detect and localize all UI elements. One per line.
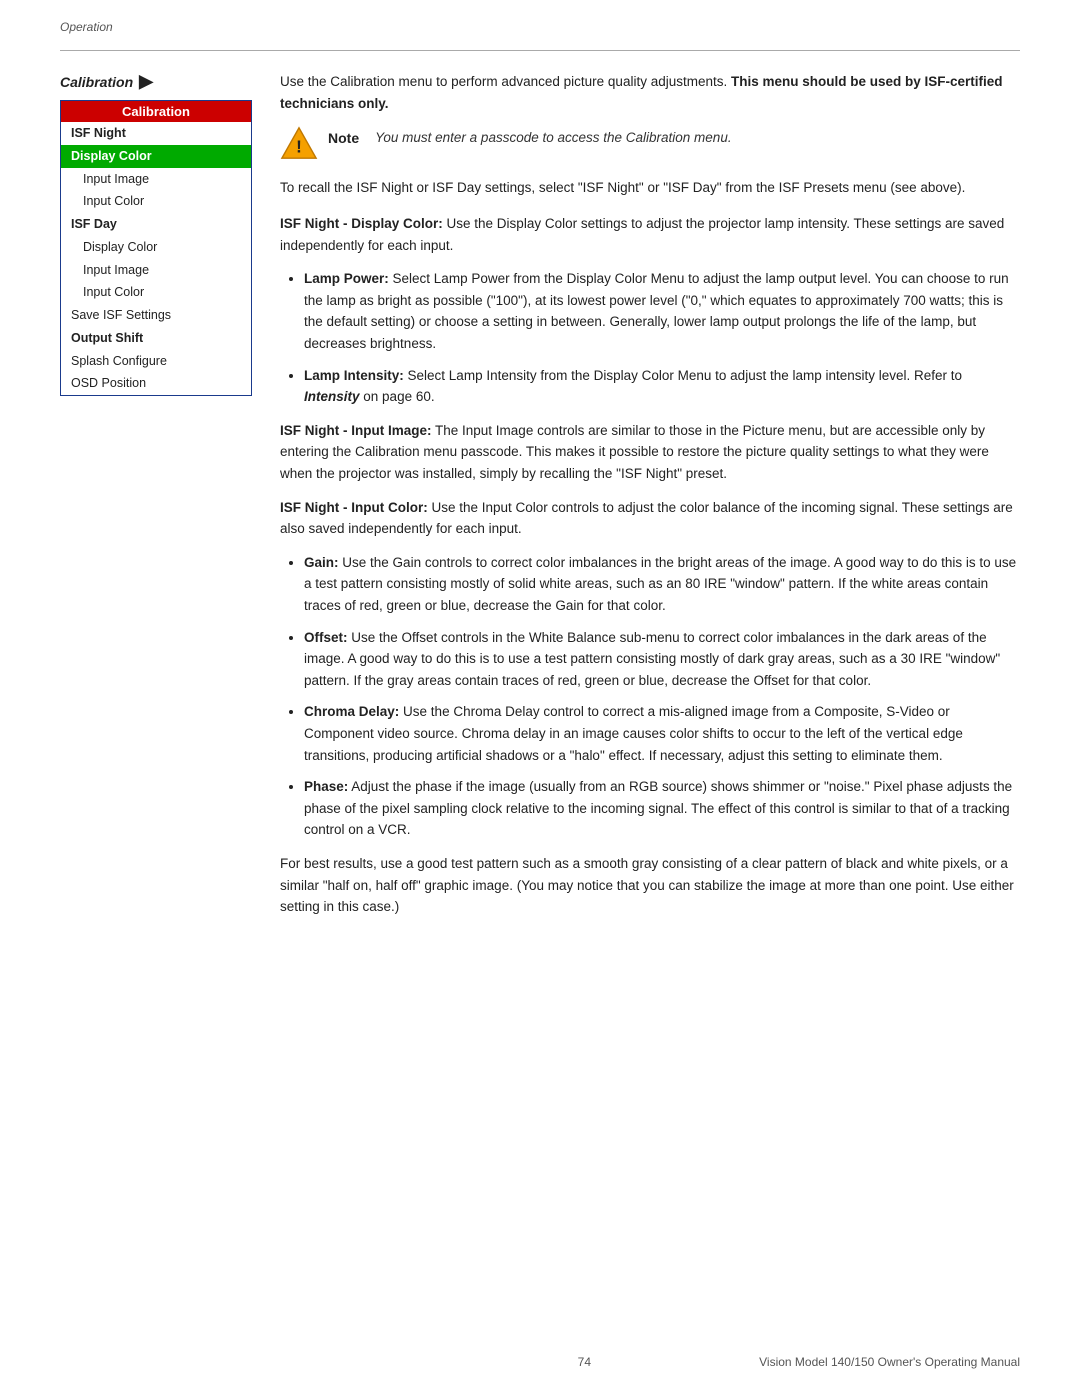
menu-item-output-shift[interactable]: Output Shift: [61, 327, 251, 350]
bullet-lamp-power: Lamp Power: Select Lamp Power from the D…: [304, 268, 1020, 354]
bullet-gain: Gain: Use the Gain controls to correct c…: [304, 552, 1020, 617]
bullet-lamp-intensity: Lamp Intensity: Select Lamp Intensity fr…: [304, 365, 1020, 408]
note-label: Note: [328, 124, 359, 146]
main-content: Calibration ▶ Calibration ISF Night Disp…: [0, 71, 1080, 930]
chroma-delay-label: Chroma Delay:: [304, 704, 399, 719]
note-text: You must enter a passcode to access the …: [375, 124, 731, 145]
calibration-menu: Calibration ISF Night Display Color Inpu…: [60, 100, 252, 396]
menu-item-isf-day[interactable]: ISF Day: [61, 213, 251, 236]
sidebar: Calibration ▶ Calibration ISF Night Disp…: [60, 71, 252, 930]
calibration-arrow-icon: ▶: [139, 71, 153, 92]
isf-night-input-image-label: ISF Night - Input Image:: [280, 423, 432, 438]
svg-text:!: !: [296, 138, 302, 157]
footer-page-number: 74: [410, 1355, 760, 1369]
menu-item-input-image-night[interactable]: Input Image: [61, 168, 251, 191]
gain-label: Gain:: [304, 555, 339, 570]
page-footer: 74 Vision Model 140/150 Owner's Operatin…: [60, 1355, 1020, 1369]
offset-label: Offset:: [304, 630, 348, 645]
isf-night-display-color-label: ISF Night - Display Color:: [280, 216, 443, 231]
isf-night-input-color-para: ISF Night - Input Color: Use the Input C…: [280, 497, 1020, 540]
right-content: Use the Calibration menu to perform adva…: [280, 71, 1020, 930]
phase-text: Adjust the phase if the image (usually f…: [304, 779, 1012, 837]
offset-text: Use the Offset controls in the White Bal…: [304, 630, 1000, 688]
lamp-power-label: Lamp Power:: [304, 271, 389, 286]
chroma-delay-text: Use the Chroma Delay control to correct …: [304, 704, 963, 762]
bullet-chroma-delay: Chroma Delay: Use the Chroma Delay contr…: [304, 701, 1020, 766]
calibration-arrow-row: Calibration ▶: [60, 71, 252, 92]
menu-item-isf-night[interactable]: ISF Night: [61, 122, 251, 145]
best-results-text: For best results, use a good test patter…: [280, 853, 1020, 918]
bullet-phase: Phase: Adjust the phase if the image (us…: [304, 776, 1020, 841]
warning-triangle-icon: !: [280, 124, 318, 162]
menu-item-osd-position[interactable]: OSD Position: [61, 372, 251, 395]
calibration-arrow-label: Calibration: [60, 74, 133, 90]
menu-item-save-isf-settings[interactable]: Save ISF Settings: [61, 304, 251, 327]
phase-label: Phase:: [304, 779, 348, 794]
gain-text: Use the Gain controls to correct color i…: [304, 555, 1016, 613]
footer-right-text: Vision Model 140/150 Owner's Operating M…: [759, 1355, 1020, 1369]
note-box: ! Note You must enter a passcode to acce…: [280, 124, 1020, 162]
section-body: ISF Night - Display Color: Use the Displ…: [280, 213, 1020, 918]
lamp-intensity-text: Select Lamp Intensity from the Display C…: [408, 368, 963, 383]
page-container: Operation Calibration ▶ Calibration ISF …: [0, 0, 1080, 1397]
isf-night-input-color-label: ISF Night - Input Color:: [280, 500, 428, 515]
input-color-bullets: Gain: Use the Gain controls to correct c…: [280, 552, 1020, 841]
display-color-bullets: Lamp Power: Select Lamp Power from the D…: [280, 268, 1020, 408]
lamp-power-text: Select Lamp Power from the Display Color…: [304, 271, 1009, 351]
lamp-intensity-label: Lamp Intensity:: [304, 368, 404, 383]
top-divider: [60, 50, 1020, 51]
menu-item-display-color-night[interactable]: Display Color: [61, 145, 251, 168]
isf-night-display-color-para: ISF Night - Display Color: Use the Displ…: [280, 213, 1020, 256]
menu-header: Calibration: [61, 101, 251, 122]
recall-text: To recall the ISF Night or ISF Day setti…: [280, 178, 1020, 199]
menu-item-splash-configure[interactable]: Splash Configure: [61, 350, 251, 373]
menu-item-input-color-night[interactable]: Input Color: [61, 190, 251, 213]
isf-night-input-image-para: ISF Night - Input Image: The Input Image…: [280, 420, 1020, 485]
calibration-intro: Use the Calibration menu to perform adva…: [280, 71, 1020, 114]
bullet-offset: Offset: Use the Offset controls in the W…: [304, 627, 1020, 692]
lamp-intensity-italic: Intensity: [304, 389, 360, 404]
menu-item-display-color-day[interactable]: Display Color: [61, 236, 251, 259]
menu-item-input-image-day[interactable]: Input Image: [61, 259, 251, 282]
menu-item-input-color-day[interactable]: Input Color: [61, 281, 251, 304]
operation-label: Operation: [60, 20, 113, 34]
page-header: Operation: [0, 0, 1080, 42]
lamp-intensity-suffix: on page 60.: [363, 389, 434, 404]
